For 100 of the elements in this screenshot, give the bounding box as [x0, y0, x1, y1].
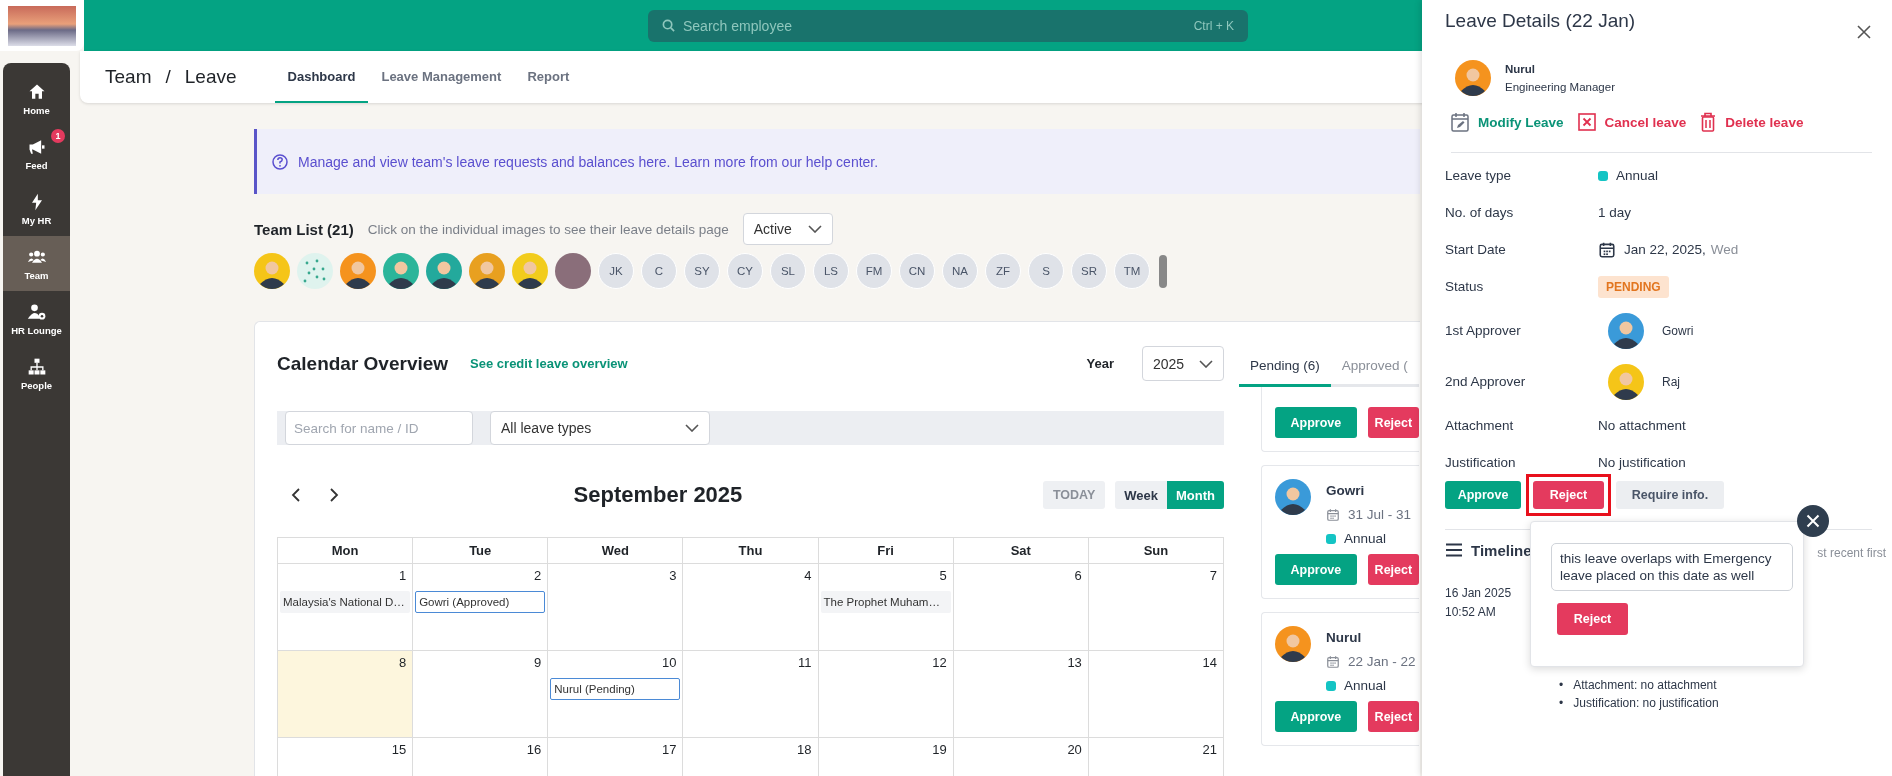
initials-avatar[interactable]: LS: [813, 253, 849, 289]
day-cell[interactable]: 3: [548, 564, 684, 651]
sidebar-item[interactable]: People: [3, 346, 70, 401]
holiday-event[interactable]: The Prophet Muham…: [820, 591, 951, 613]
initials-avatar[interactable]: CN: [899, 253, 935, 289]
require-info-button[interactable]: Require info.: [1616, 481, 1724, 509]
delete-leave-link[interactable]: Delete leave: [1725, 114, 1804, 130]
sidebar-item[interactable]: My HR: [3, 181, 70, 236]
reject-button[interactable]: Reject: [1367, 407, 1419, 438]
sidebar-item[interactable]: Team: [3, 236, 70, 291]
reject-button[interactable]: Reject: [1557, 603, 1628, 635]
day-cell[interactable]: 11: [683, 651, 819, 738]
day-number: 13: [1067, 655, 1083, 670]
sidebar-item[interactable]: Home: [3, 71, 70, 126]
cancel-leave-link[interactable]: Cancel leave: [1604, 114, 1687, 130]
day-number: 18: [797, 742, 813, 757]
initials-avatar[interactable]: NA: [942, 253, 978, 289]
day-cell[interactable]: 21: [1088, 738, 1224, 776]
breadcrumb-item[interactable]: Team: [105, 66, 152, 88]
calendar-icon: [1598, 240, 1616, 259]
initials-avatar[interactable]: TM: [1114, 253, 1150, 289]
day-cell[interactable]: 1 Malaysia's National D…: [278, 564, 414, 651]
initials-avatar[interactable]: SR: [1071, 253, 1107, 289]
day-cell[interactable]: 13: [953, 651, 1089, 738]
timeline-title: Timeline: [1471, 541, 1532, 559]
day-cell[interactable]: 18: [683, 738, 819, 776]
day-number: 14: [1202, 655, 1218, 670]
day-number: 4: [804, 568, 813, 583]
day-cell[interactable]: 7: [1088, 564, 1224, 651]
bullet: •: [1559, 677, 1564, 694]
initials-avatar[interactable]: JK: [598, 253, 634, 289]
team-list-title: Team List (21): [254, 220, 354, 238]
reject-button[interactable]: Reject: [1533, 481, 1604, 509]
photo-placeholder[interactable]: [8, 5, 76, 46]
weekday-header: Sat: [953, 538, 1089, 564]
initials-avatar[interactable]: CY: [727, 253, 763, 289]
year-select[interactable]: 2025: [1142, 346, 1224, 381]
day-cell[interactable]: 17: [548, 738, 684, 776]
day-cell[interactable]: 12: [818, 651, 954, 738]
modify-leave-link[interactable]: Modify Leave: [1478, 114, 1564, 130]
day-cell[interactable]: 14: [1088, 651, 1224, 738]
weekday-header: Fri: [818, 538, 954, 564]
avatar: [1455, 60, 1491, 96]
notification-badge: 1: [51, 129, 65, 143]
reason-field[interactable]: this leave overlaps with Emergency leave placed on this date as well: [1551, 543, 1793, 591]
field-label: Justification: [1445, 455, 1517, 470]
day-cell[interactable]: 16: [413, 738, 549, 776]
holiday-event[interactable]: Malaysia's National D…: [280, 591, 411, 613]
initials-avatar[interactable]: C: [641, 253, 677, 289]
banner-text: Manage and view team's leave requests and balances here. Learn more from our help center.: [298, 153, 879, 170]
day-cell[interactable]: 8: [278, 651, 414, 738]
day-cell[interactable]: 5 The Prophet Muham…: [818, 564, 954, 651]
reject-button[interactable]: Reject: [1367, 701, 1419, 732]
page-tab[interactable]: Leave Management: [368, 51, 515, 103]
breadcrumb-item[interactable]: Leave: [184, 66, 237, 88]
avatar: [383, 253, 419, 289]
status-select[interactable]: Active: [742, 213, 833, 245]
avatar: [340, 253, 376, 289]
chevron-down-icon: [1199, 359, 1213, 368]
scrollbar-thumb[interactable]: [1159, 254, 1167, 288]
status-tab[interactable]: Pending (6): [1239, 346, 1331, 387]
field-value: No justification: [1598, 455, 1686, 470]
leave-event[interactable]: Gowri (Approved): [415, 591, 546, 613]
day-cell[interactable]: 19: [818, 738, 954, 776]
day-cell[interactable]: 15: [278, 738, 414, 776]
day-cell[interactable]: 9: [413, 651, 549, 738]
field-label: Status: [1445, 279, 1485, 294]
day-cell[interactable]: 10 Nurul (Pending): [548, 651, 684, 738]
employee-name: Gowri: [1326, 483, 1366, 498]
initials-avatar[interactable]: SY: [684, 253, 720, 289]
page-tab[interactable]: Dashboard: [274, 51, 369, 103]
reject-button[interactable]: Reject: [1367, 554, 1419, 585]
leave-dates: 22 Jan - 22: [1348, 654, 1416, 669]
day-cell[interactable]: 6: [953, 564, 1089, 651]
day-cell[interactable]: 4: [683, 564, 819, 651]
entry-date: 16 Jan 2025: [1445, 585, 1513, 602]
day-number: 8: [398, 655, 408, 670]
breadcrumb-separator: /: [165, 66, 171, 88]
avatar: [469, 253, 505, 289]
credit-overview-link[interactable]: See credit leave overview: [470, 356, 628, 371]
initials-avatar[interactable]: FM: [856, 253, 892, 289]
sidebar-item[interactable]: HR Lounge: [3, 291, 70, 346]
search-icon: [662, 19, 675, 32]
day-number: 12: [932, 655, 948, 670]
initials-avatar[interactable]: S: [1028, 253, 1064, 289]
day-cell[interactable]: 20: [953, 738, 1089, 776]
field-label: 2nd Approver: [1445, 374, 1527, 389]
field-label: Leave type: [1445, 168, 1513, 183]
day-cell[interactable]: 2 Gowri (Approved): [413, 564, 549, 651]
close-icon[interactable]: [1856, 24, 1872, 40]
page-tab[interactable]: Report: [514, 51, 583, 103]
initials-avatar[interactable]: SL: [770, 253, 806, 289]
leave-type-select[interactable]: All leave types: [490, 411, 710, 445]
chevron-down-icon: [807, 225, 822, 233]
view-toggle[interactable]: Week: [1115, 481, 1167, 509]
initials-avatar[interactable]: ZF: [985, 253, 1021, 289]
sidebar-item[interactable]: Feed 1: [3, 126, 70, 181]
leave-event[interactable]: Nurul (Pending): [550, 678, 681, 700]
employee-role: Engineering Manager: [1505, 81, 1615, 93]
leave-type: Annual: [1344, 531, 1387, 546]
